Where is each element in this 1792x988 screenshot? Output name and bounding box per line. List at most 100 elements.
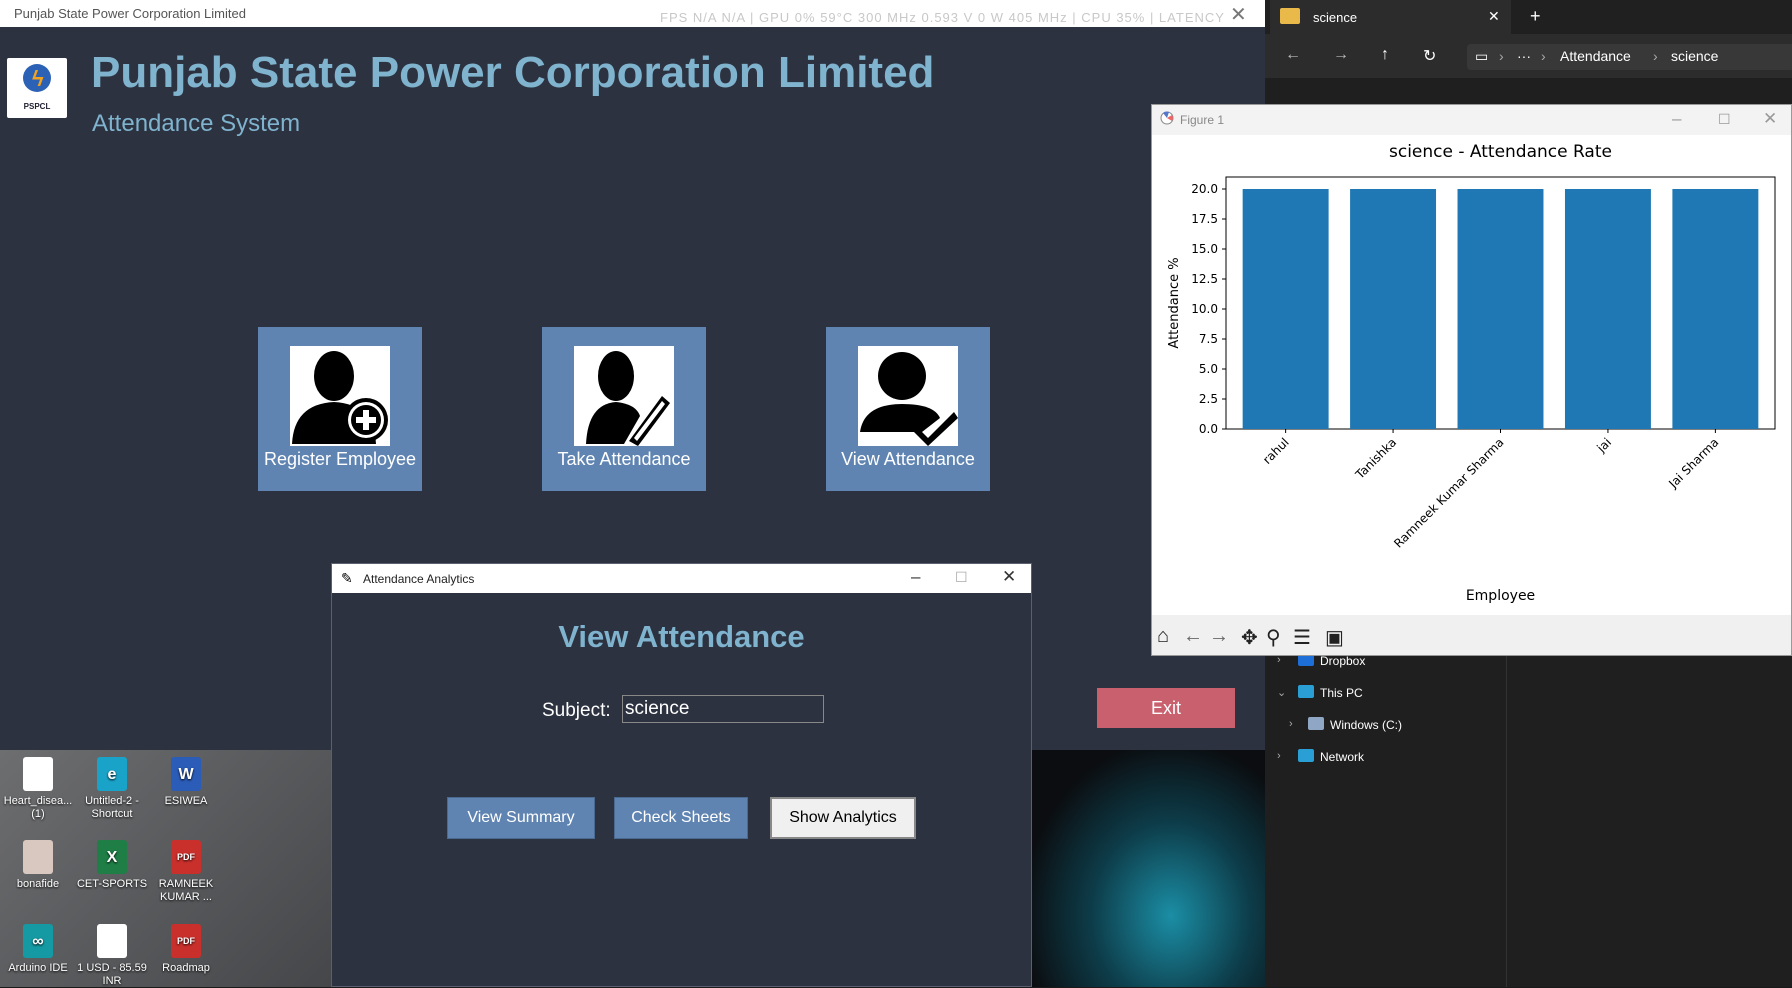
dialog-heading: View Attendance: [558, 619, 805, 654]
figure-maximize-button[interactable]: ☐: [1718, 111, 1731, 128]
desktop-icon[interactable]: X CET-SPORTS: [74, 840, 150, 891]
desktop-icon[interactable]: W ESIWEA: [148, 757, 224, 808]
chevron-right-icon[interactable]: ›: [1289, 718, 1293, 730]
arduino-icon: ∞: [23, 924, 53, 958]
figure-minimize-button[interactable]: –: [1672, 109, 1681, 129]
breadcrumb[interactable]: ▭ › ··· › Attendance › science: [1467, 44, 1792, 70]
hardware-overlay-text: FPS N/A N/A | GPU 0% 59°C 300 MHz 0.593 …: [660, 10, 1225, 25]
x-tick-label: Jai Sharma: [1665, 435, 1721, 491]
desktop-icon-label: Roadmap: [162, 962, 210, 974]
pspcl-logo: ϟ PSPCL: [7, 58, 67, 118]
app-subtitle: Attendance System: [92, 110, 301, 137]
user-add-icon: [290, 346, 390, 446]
register-employee-button[interactable]: Register Employee: [258, 327, 422, 491]
pan-icon[interactable]: ✥: [1241, 625, 1258, 650]
x-tick-label: Tanishka: [1352, 435, 1399, 482]
desktop-icon-label: CET-SPORTS: [76, 878, 148, 890]
bar: [1672, 189, 1759, 429]
check-sheets-button[interactable]: Check Sheets: [614, 797, 748, 839]
monitor-icon: ▭: [1475, 48, 1489, 64]
desktop-icon-label: Heart_disea... (1): [3, 795, 73, 820]
desktop-icon[interactable]: 1 USD - 85.59 INR: [74, 924, 150, 988]
chevron-right-icon[interactable]: ›: [1277, 750, 1281, 762]
home-icon[interactable]: ⌂: [1157, 625, 1169, 648]
y-tick-label: 0.0: [1199, 422, 1218, 436]
forward-arrow-icon[interactable]: →: [1209, 625, 1229, 648]
explorer-tab-bar: science ✕ +: [1265, 0, 1792, 34]
breadcrumb-more[interactable]: ···: [1517, 48, 1531, 64]
dialog-minimize-button[interactable]: –: [911, 567, 920, 587]
breadcrumb-science[interactable]: science: [1671, 48, 1718, 64]
up-arrow-icon[interactable]: ↑: [1381, 46, 1389, 64]
y-tick-label: 17.5: [1191, 212, 1218, 226]
desktop-icon[interactable]: e Untitled-2 - Shortcut: [74, 757, 150, 821]
y-tick-label: 10.0: [1191, 302, 1218, 316]
y-tick-label: 15.0: [1191, 242, 1218, 256]
back-arrow-icon[interactable]: ←: [1183, 625, 1203, 648]
register-employee-label: Register Employee: [263, 449, 417, 469]
x-tick-label: rahul: [1260, 435, 1292, 467]
word-icon: W: [171, 757, 201, 791]
desktop-icon[interactable]: PDF RAMNEEK KUMAR ...: [148, 840, 224, 904]
pdf-icon: PDF: [171, 924, 201, 958]
desktop-icon[interactable]: Heart_disea... (1): [0, 757, 76, 821]
x-tick-label: jai: [1594, 435, 1615, 456]
edge-icon: e: [97, 757, 127, 791]
figure-window: Figure 1 – ☐ ✕ science - Attendance Rate…: [1151, 104, 1792, 656]
view-attendance-button[interactable]: View Attendance: [826, 327, 990, 491]
document-icon: [97, 924, 127, 958]
figure-close-button[interactable]: ✕: [1763, 109, 1777, 129]
bar: [1350, 189, 1437, 429]
dialog-close-button[interactable]: ✕: [1002, 567, 1016, 587]
main-close-button[interactable]: ✕: [1230, 2, 1247, 27]
chart-y-axis-label: Attendance %: [1167, 257, 1182, 348]
wallpaper-car-image: [1030, 750, 1265, 987]
desktop-icon-label: 1 USD - 85.59 INR: [77, 962, 147, 987]
chart-x-axis-label: Employee: [1466, 588, 1535, 604]
tab-close-icon[interactable]: ✕: [1488, 8, 1500, 25]
breadcrumb-attendance[interactable]: Attendance: [1560, 48, 1631, 64]
computer-icon: [1298, 685, 1314, 698]
tree-item-this-pc[interactable]: ⌄ This PC: [1265, 683, 1505, 705]
tree-item-windows-c[interactable]: › Windows (C:): [1265, 715, 1505, 737]
explorer-tab[interactable]: science ✕: [1270, 0, 1511, 34]
dialog-titlebar: ✎ Attendance Analytics – ☐ ✕: [332, 564, 1031, 593]
save-icon[interactable]: ▣: [1325, 625, 1344, 650]
user-edit-icon: [574, 346, 674, 446]
take-attendance-button[interactable]: Take Attendance: [542, 327, 706, 491]
desktop-icon-label: ESIWEA: [164, 795, 208, 807]
subject-input[interactable]: [622, 695, 824, 723]
tree-item-network[interactable]: › Network: [1265, 747, 1505, 769]
view-attendance-label: View Attendance: [841, 449, 975, 469]
bar: [1242, 189, 1329, 429]
zoom-icon[interactable]: ⚲: [1266, 625, 1281, 650]
drive-icon: [1308, 717, 1324, 730]
refresh-icon[interactable]: ↻: [1423, 46, 1436, 66]
desktop-icon[interactable]: ∞ Arduino IDE: [0, 924, 76, 975]
logo-text: PSPCL: [23, 102, 51, 111]
take-attendance-label: Take Attendance: [557, 449, 691, 469]
dialog-maximize-button[interactable]: ☐: [955, 569, 968, 586]
image-icon: [23, 840, 53, 874]
configure-subplots-icon[interactable]: ☰: [1293, 625, 1311, 650]
desktop-icon[interactable]: bonafide: [0, 840, 76, 891]
back-arrow-icon[interactable]: ←: [1285, 46, 1301, 64]
desktop-icon-label: RAMNEEK KUMAR ...: [158, 878, 214, 903]
desktop-icon-label: Arduino IDE: [8, 962, 68, 974]
new-tab-button[interactable]: +: [1530, 6, 1541, 27]
attendance-analytics-dialog: ✎ Attendance Analytics – ☐ ✕ View Attend…: [331, 563, 1032, 987]
matplotlib-icon: [1160, 111, 1174, 125]
y-tick-label: 2.5: [1199, 392, 1218, 406]
y-tick-label: 12.5: [1191, 272, 1218, 286]
y-tick-label: 7.5: [1199, 332, 1218, 346]
show-analytics-button[interactable]: Show Analytics: [770, 797, 916, 839]
bar: [1564, 189, 1651, 429]
desktop-icon[interactable]: PDF Roadmap: [148, 924, 224, 975]
forward-arrow-icon[interactable]: →: [1333, 46, 1349, 64]
desktop-icon-label: bonafide: [16, 878, 60, 890]
figure-titlebar: Figure 1 – ☐ ✕: [1152, 105, 1791, 135]
exit-button[interactable]: Exit: [1097, 688, 1235, 728]
explorer-tab-title: science: [1313, 10, 1358, 25]
view-summary-button[interactable]: View Summary: [447, 797, 595, 839]
chevron-down-icon[interactable]: ⌄: [1277, 686, 1286, 699]
